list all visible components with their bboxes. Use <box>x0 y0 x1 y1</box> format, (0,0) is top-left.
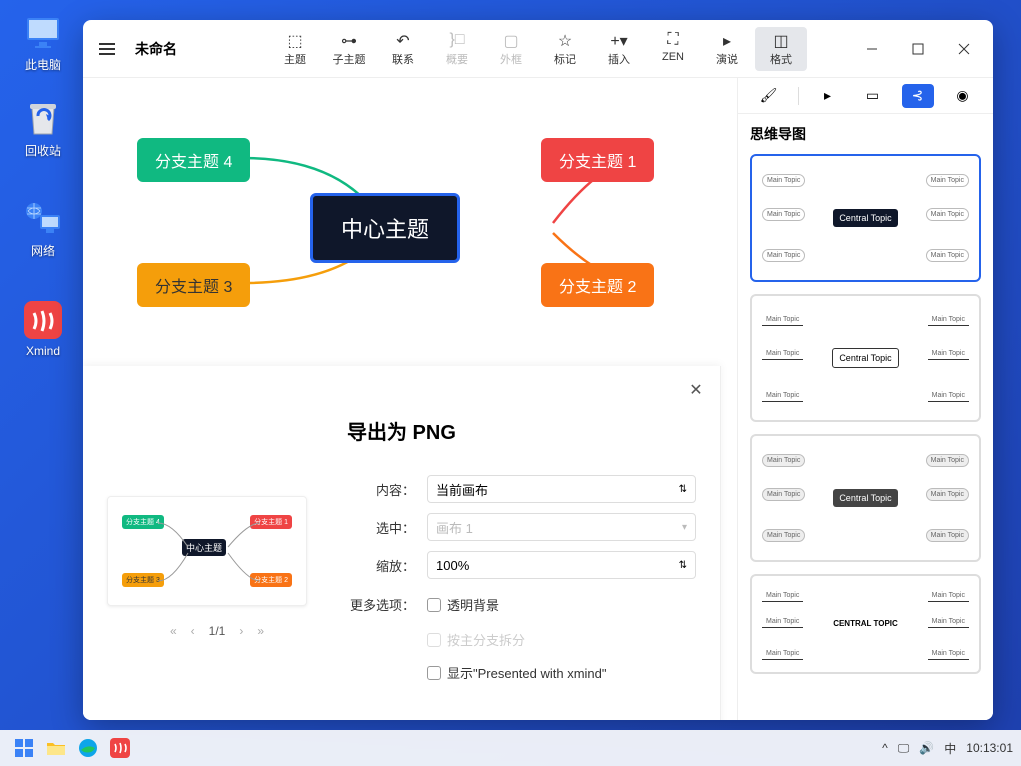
tray-time[interactable]: 10:13:01 <box>966 741 1013 755</box>
layout-preview-3[interactable]: Central Topic Main Topic Main Topic Main… <box>750 434 981 562</box>
mindmap-canvas[interactable]: 分支主题 4 分支主题 1 中心主题 分支主题 3 分支主题 2 ✕ 分支主题 … <box>83 78 737 720</box>
selected-select: 画布 1▾ <box>427 513 696 541</box>
structure-icon: ⊰ <box>912 87 924 104</box>
summary-icon: }□ <box>449 31 464 49</box>
side-tab-structure[interactable]: ⊰ <box>902 84 934 108</box>
xmind-window: 未命名 ⬚主题 ⊶子主题 ↶联系 }□概要 ▢外框 ☆标记 +▾插入 ⛶ZEN … <box>83 20 993 720</box>
minimize-icon <box>866 43 878 55</box>
tray-chevron-icon[interactable]: ^ <box>882 741 888 755</box>
maximize-icon <box>912 43 924 55</box>
pager-first[interactable]: « <box>170 624 177 638</box>
edge-icon <box>78 738 98 758</box>
export-dialog: ✕ 分支主题 4 分支主题 1 中心主题 分支主题 3 分支主题 2 « <box>83 366 721 720</box>
windows-icon <box>15 739 33 757</box>
boundary-icon: ▢ <box>503 31 518 49</box>
subtopic-icon: ⊶ <box>341 31 357 49</box>
side-tab-style[interactable]: 🖌 <box>753 84 785 108</box>
desktop-icon-network[interactable]: 网络 <box>8 198 78 259</box>
pager-last[interactable]: » <box>257 624 264 638</box>
layout-preview-2[interactable]: Central Topic Main Topic Main Topic Main… <box>750 294 981 422</box>
dialog-close-button[interactable]: ✕ <box>684 378 708 402</box>
caret-icon: ⇅ <box>679 560 687 571</box>
tool-marker[interactable]: ☆标记 <box>539 27 591 71</box>
tool-insert[interactable]: +▾插入 <box>593 27 645 71</box>
hamburger-icon <box>99 43 115 55</box>
scale-select[interactable]: 100%⇅ <box>427 551 696 579</box>
desktop-icon-this-pc[interactable]: 此电脑 <box>8 12 78 73</box>
xmind-app-icon <box>110 738 130 758</box>
taskbar-explorer[interactable] <box>40 734 72 762</box>
monitor-icon <box>23 12 63 52</box>
tool-boundary: ▢外框 <box>485 27 537 71</box>
document-title: 未命名 <box>135 39 177 59</box>
export-preview: 分支主题 4 分支主题 1 中心主题 分支主题 3 分支主题 2 « ‹ 1/1… <box>107 386 327 720</box>
layout-preview-1[interactable]: Central Topic Main Topic Main Topic Main… <box>750 154 981 282</box>
taskbar-edge[interactable] <box>72 734 104 762</box>
paint-icon: 🖌 <box>760 87 778 104</box>
start-button[interactable] <box>8 734 40 762</box>
caret-icon: ⇅ <box>679 484 687 495</box>
tool-relation[interactable]: ↶联系 <box>377 27 429 71</box>
xmind-icon <box>23 300 63 340</box>
side-tab-card[interactable]: ▭ <box>857 84 889 108</box>
taskbar-xmind[interactable] <box>104 734 136 762</box>
branch-node-2[interactable]: 分支主题 2 <box>541 263 654 307</box>
relation-icon: ↶ <box>396 31 409 49</box>
tray-volume-icon[interactable]: 🔊 <box>919 741 934 755</box>
pager-prev[interactable]: ‹ <box>191 624 195 638</box>
branch-node-3[interactable]: 分支主题 3 <box>137 263 250 307</box>
tool-subtopic[interactable]: ⊶子主题 <box>323 27 375 71</box>
side-tab-play[interactable]: ▸ <box>812 84 844 108</box>
card-icon: ▭ <box>866 87 879 104</box>
tool-format[interactable]: ◫格式 <box>755 27 807 71</box>
folder-icon <box>46 740 66 756</box>
desktop-icon-recycle-bin[interactable]: 回收站 <box>8 98 78 159</box>
maximize-button[interactable] <box>897 33 939 65</box>
taskbar: ^ 🖵 🔊 中 10:13:01 <box>0 730 1021 766</box>
side-heading: 思维导图 <box>750 124 981 144</box>
tray-ime[interactable]: 中 <box>944 740 956 757</box>
tool-topic[interactable]: ⬚主题 <box>269 27 321 71</box>
topic-icon: ⬚ <box>287 31 302 49</box>
side-tab-color[interactable]: ◉ <box>947 84 979 108</box>
zen-icon: ⛶ <box>667 31 678 49</box>
option-transparent[interactable]: 透明背景 <box>427 595 696 614</box>
format-panel: 🖌 ▸ ▭ ⊰ ◉ 思维导图 Central Topic Main Topic … <box>737 78 993 720</box>
minimize-button[interactable] <box>851 33 893 65</box>
caret-icon: ▾ <box>682 522 687 533</box>
center-node[interactable]: 中心主题 <box>310 193 460 263</box>
layout-preview-4[interactable]: CENTRAL TOPIC Main Topic Main Topic Main… <box>750 574 981 674</box>
marker-icon: ☆ <box>558 31 572 49</box>
tool-present[interactable]: ▸演说 <box>701 27 753 71</box>
close-icon <box>958 43 970 55</box>
present-icon: ▸ <box>723 31 731 49</box>
menu-button[interactable] <box>91 33 123 65</box>
close-button[interactable] <box>943 33 985 65</box>
toolbar: 未命名 ⬚主题 ⊶子主题 ↶联系 }□概要 ▢外框 ☆标记 +▾插入 ⛶ZEN … <box>83 20 993 78</box>
play-icon: ▸ <box>824 87 831 104</box>
tool-zen[interactable]: ⛶ZEN <box>647 27 699 71</box>
branch-node-1[interactable]: 分支主题 1 <box>541 138 654 182</box>
color-icon: ◉ <box>956 87 968 104</box>
tool-summary: }□概要 <box>431 27 483 71</box>
format-icon: ◫ <box>773 31 788 49</box>
tray-display-icon[interactable]: 🖵 <box>898 741 910 756</box>
network-icon <box>23 198 63 238</box>
option-split: 按主分支拆分 <box>427 630 696 649</box>
pager-next[interactable]: › <box>239 624 243 638</box>
preview-pager: « ‹ 1/1 › » <box>107 624 327 638</box>
branch-node-4[interactable]: 分支主题 4 <box>137 138 250 182</box>
desktop-icon-xmind[interactable]: Xmind <box>8 300 78 358</box>
option-watermark[interactable]: 显示"Presented with xmind" <box>427 663 696 682</box>
dialog-title: 导出为 PNG <box>347 416 696 445</box>
content-select[interactable]: 当前画布⇅ <box>427 475 696 503</box>
insert-icon: +▾ <box>610 31 627 49</box>
recycle-bin-icon <box>23 98 63 138</box>
